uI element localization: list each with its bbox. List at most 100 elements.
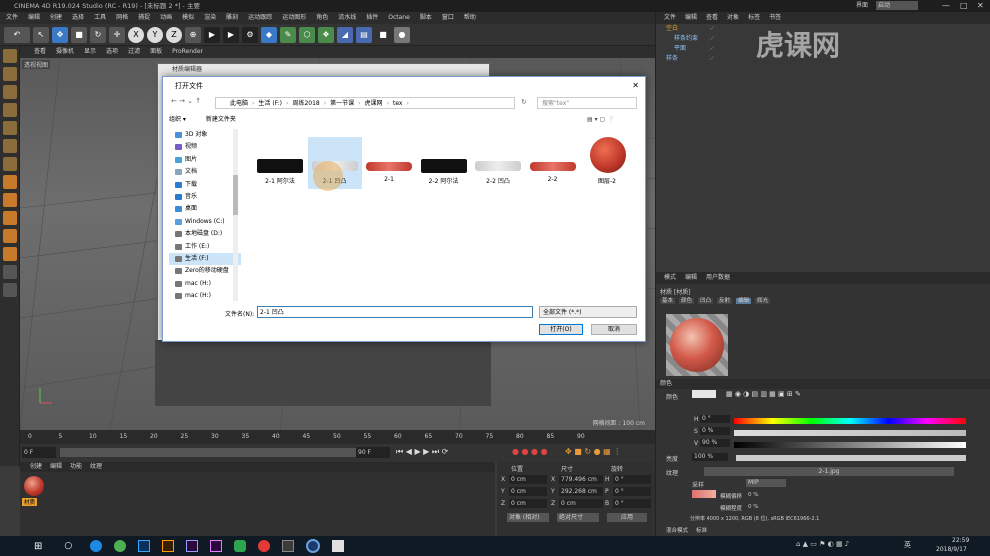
tool-icon[interactable] <box>2 121 17 135</box>
material-menu-item[interactable]: 纹理 <box>90 463 102 470</box>
color-swatch[interactable] <box>692 390 716 398</box>
brightness-field[interactable]: 100 % <box>692 453 728 461</box>
hsv-field[interactable]: 0 ° <box>700 415 730 423</box>
open-button[interactable]: 打开(O) <box>539 324 583 335</box>
tool-icon[interactable] <box>2 193 17 207</box>
object-manager-tab[interactable]: 查看 <box>706 14 718 21</box>
size-field[interactable]: 0 cm <box>559 499 603 508</box>
path-segment[interactable]: tex <box>393 100 403 107</box>
nav-item[interactable]: 3D 对象 <box>169 129 241 141</box>
filename-input[interactable]: 2-1 凹凸 <box>257 306 533 318</box>
photoshop-icon[interactable] <box>138 540 151 552</box>
nav-item[interactable]: 视频 <box>169 141 241 153</box>
menu-item[interactable]: 流水线 <box>338 14 356 21</box>
playback-buttons[interactable]: ⏮ ◀ ▶ ▶ ⏭ ⟳ <box>396 447 448 457</box>
tray-icons[interactable]: ⌂ ▲ ▭ ⚑ ◐ ▦ ♪ <box>796 540 849 548</box>
menu-item[interactable]: 模拟 <box>182 14 194 21</box>
subdivision-icon[interactable]: ⬡ <box>299 26 315 43</box>
saturation-slider[interactable] <box>734 430 966 436</box>
pen-icon[interactable]: ✎ <box>280 26 296 43</box>
nav-item[interactable]: 本地磁盘 (D:) <box>169 228 241 240</box>
back-arrow-icon[interactable]: ← → ⌄ ↑ <box>171 97 201 105</box>
material-subtab[interactable]: 颜色 <box>679 298 695 304</box>
wechat-icon[interactable] <box>234 540 247 552</box>
viewport-menu-item[interactable]: 查看 <box>34 48 46 55</box>
menu-item[interactable]: 文件 <box>6 14 18 21</box>
cancel-button[interactable]: 取消 <box>591 324 637 335</box>
object-manager-tab[interactable]: 标签 <box>748 14 760 21</box>
material-subtab[interactable]: 凹凸 <box>698 298 714 304</box>
start-icon[interactable]: ⊞ <box>34 541 42 552</box>
search-icon[interactable]: ○ <box>64 541 72 551</box>
material-name[interactable]: 材质 <box>22 498 38 506</box>
rotation-field[interactable]: 0 ° <box>613 499 651 508</box>
size-field[interactable]: 779.496 cm <box>559 475 603 484</box>
end-frame-field[interactable]: 90 F <box>356 447 390 458</box>
scale-icon[interactable]: ■ <box>71 26 87 43</box>
tool-icon[interactable] <box>2 265 17 279</box>
new-folder-button[interactable]: 新建文件夹 <box>206 116 236 123</box>
nav-item[interactable]: mac (H:) <box>169 290 241 302</box>
rotation-field[interactable]: 0 ° <box>613 487 651 496</box>
rotation-field[interactable]: 0 ° <box>613 475 651 484</box>
clock-date[interactable]: 2018/9/17 <box>936 546 967 553</box>
file-item[interactable]: 2-2 阿尔法 <box>417 137 471 185</box>
ime-indicator[interactable]: 英 <box>904 540 911 550</box>
path-segment[interactable]: 此电脑 <box>230 100 248 107</box>
object-manager-tab[interactable]: 文件 <box>664 14 676 21</box>
clock-time[interactable]: 22:59 <box>952 537 969 544</box>
y-axis-button[interactable]: Y <box>147 26 163 43</box>
illustrator-icon[interactable] <box>162 540 175 552</box>
deformer-icon[interactable]: ◢ <box>337 26 353 43</box>
menu-item[interactable]: 创建 <box>50 14 62 21</box>
camera-icon[interactable]: ■ <box>375 26 391 43</box>
rotate-icon[interactable]: ↻ <box>90 26 106 43</box>
viewport-menu-item[interactable]: 摄像机 <box>56 48 74 55</box>
file-item[interactable]: 2-1 阿尔法 <box>253 137 307 185</box>
app-icon[interactable] <box>332 540 345 552</box>
refresh-icon[interactable]: ↻ <box>521 98 527 106</box>
menu-item[interactable]: 捕捉 <box>138 14 150 21</box>
attribute-tab[interactable]: 编辑 <box>685 274 697 281</box>
material-subtab[interactable]: 反射 <box>717 298 733 304</box>
material-subtab[interactable]: 基本 <box>660 298 676 304</box>
size-mode-select[interactable]: 绝对尺寸 <box>557 513 599 522</box>
start-frame-field[interactable]: 0 F <box>22 447 56 458</box>
nav-item[interactable]: 下载 <box>169 179 241 191</box>
size-field[interactable]: 292.268 cm <box>559 487 603 496</box>
folder-icon[interactable] <box>282 540 295 552</box>
weibo-icon[interactable] <box>258 540 271 552</box>
tool-icon[interactable] <box>2 283 17 297</box>
nav-item[interactable]: 图片 <box>169 154 241 166</box>
menu-item[interactable]: 角色 <box>316 14 328 21</box>
tool-icon[interactable] <box>2 247 17 261</box>
nav-item[interactable]: Zero的移动硬盘 <box>169 265 241 277</box>
render-icon[interactable]: ▶ <box>223 26 239 43</box>
tool-icon[interactable] <box>2 103 17 117</box>
material-subtab[interactable]: 编辑 <box>736 298 752 304</box>
blend-mode-select[interactable]: MIP <box>746 479 786 487</box>
maximize-button[interactable]: □ <box>960 0 968 12</box>
file-item[interactable]: 图层-2 <box>580 137 634 185</box>
file-item[interactable]: 2-2 <box>526 137 580 185</box>
nav-item[interactable]: 文档 <box>169 166 241 178</box>
object-manager-tab[interactable]: 书签 <box>769 14 781 21</box>
hsv-field[interactable]: 0 % <box>700 427 730 435</box>
material-thumbnail[interactable] <box>24 476 44 496</box>
menu-item[interactable]: 编辑 <box>28 14 40 21</box>
tool-icon[interactable] <box>2 229 17 243</box>
hsv-field[interactable]: 90 % <box>700 439 730 447</box>
mix-mode-value[interactable]: 标准 <box>696 526 707 534</box>
menu-item[interactable]: 运动图形 <box>282 14 306 21</box>
material-subtab[interactable]: 辉光 <box>755 298 771 304</box>
file-item[interactable]: 2-1 <box>362 137 416 185</box>
search-input[interactable]: 搜索"tex" <box>537 97 637 109</box>
file-item[interactable]: 2-2 凹凸 <box>471 137 525 185</box>
menu-item[interactable]: 窗口 <box>442 14 454 21</box>
z-axis-button[interactable]: Z <box>166 26 182 43</box>
view-options-icon[interactable]: ▤ ▾ ▢ ❔ <box>587 113 615 127</box>
texture-field[interactable]: 2-1.jpg <box>704 467 954 476</box>
material-menu-item[interactable]: 编辑 <box>50 463 62 470</box>
file-type-select[interactable]: 全部文件 (*.*) <box>539 306 637 318</box>
path-segment[interactable]: 第一节课 <box>330 100 354 107</box>
